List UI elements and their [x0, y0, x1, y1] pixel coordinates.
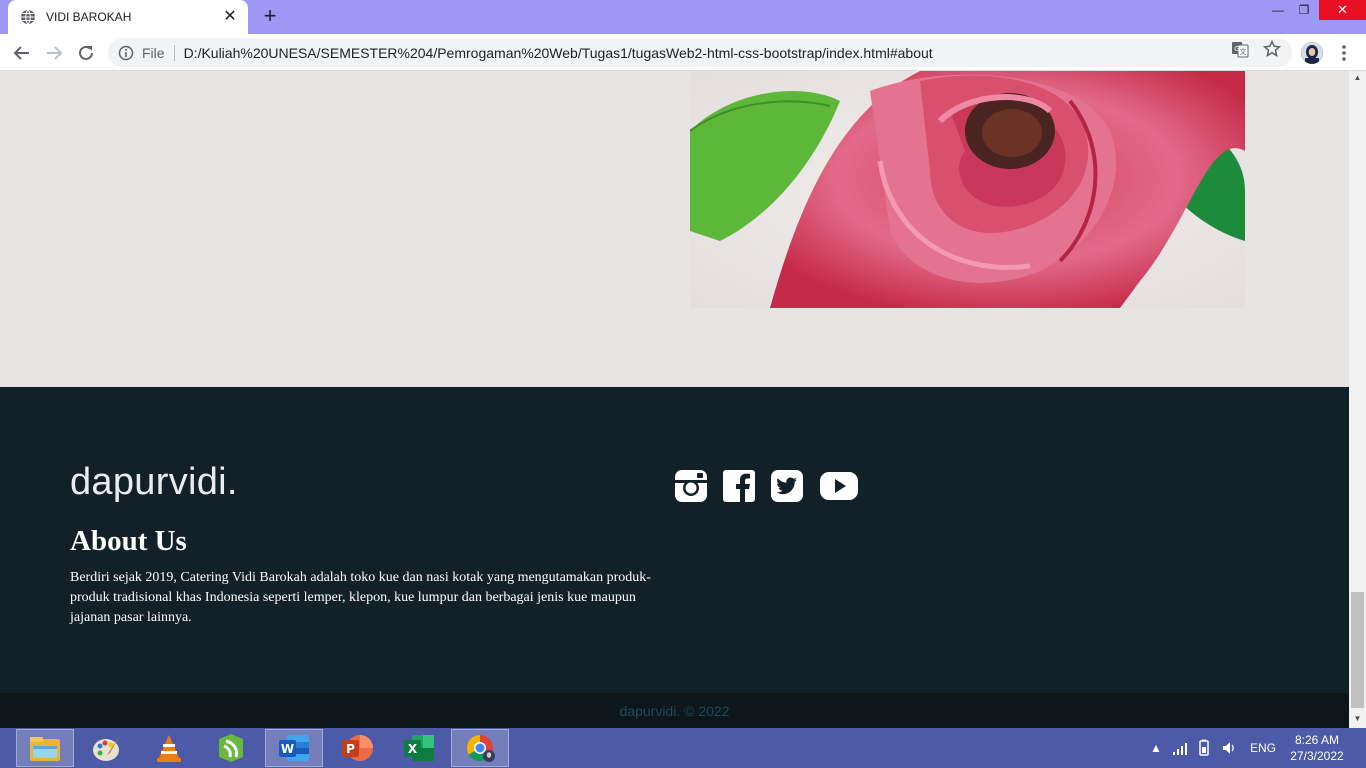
facebook-icon[interactable] [722, 469, 756, 503]
more-options-icon[interactable] [1336, 42, 1352, 64]
svg-text:X: X [408, 742, 418, 756]
footer: dapurvidi. About Us Berdiri sejak 2019, … [0, 387, 1349, 693]
taskbar-word[interactable]: W [265, 729, 323, 767]
page-scrollbar[interactable]: ▲ ▼ [1349, 71, 1366, 728]
instagram-icon[interactable] [674, 469, 708, 503]
minimize-button[interactable]: — [1265, 0, 1291, 20]
taskbar-powerpoint[interactable]: P [328, 729, 386, 767]
url-text[interactable]: D:/Kuliah%20UNESA/SEMESTER%204/Pemrogama… [184, 45, 933, 61]
rose-cake-image [690, 71, 1245, 308]
taskbar-paint[interactable] [78, 729, 136, 767]
page-viewport: dapurvidi. About Us Berdiri sejak 2019, … [0, 71, 1349, 728]
twitter-icon[interactable] [770, 469, 804, 503]
excel-icon: X [404, 735, 434, 761]
info-icon[interactable] [118, 45, 134, 61]
about-us-text: Berdiri sejak 2019, Catering Vidi Baroka… [70, 570, 651, 625]
svg-text:W: W [281, 742, 294, 756]
language-indicator[interactable]: ENG [1250, 728, 1276, 768]
chrome-icon [466, 734, 495, 762]
network-signal-icon[interactable] [1172, 740, 1190, 756]
footer-copyright-bar: dapurvidi. © 2022 [0, 693, 1349, 728]
reload-button[interactable] [74, 41, 98, 65]
scrollbar-thumb[interactable] [1351, 592, 1364, 708]
back-button[interactable] [10, 41, 34, 65]
taskbar-vlc[interactable] [140, 729, 198, 767]
new-tab-button[interactable]: + [259, 5, 281, 27]
file-explorer-icon [30, 737, 60, 761]
svg-text:G: G [1234, 45, 1239, 53]
tab-close-icon[interactable]: ✕ [222, 9, 238, 25]
camtasia-icon [219, 734, 243, 762]
youtube-icon[interactable] [819, 469, 859, 503]
browser-toolbar: File D:/Kuliah%20UNESA/SEMESTER%204/Pemr… [0, 34, 1366, 71]
taskbar-excel[interactable]: X [390, 729, 448, 767]
globe-icon [21, 9, 35, 25]
taskbar-clock[interactable]: 8:26 AM 27/3/2022 [1282, 732, 1352, 764]
paint-icon [93, 734, 121, 761]
clock-date: 27/3/2022 [1290, 749, 1344, 763]
windows-taskbar: W P X ▲ ENG 8:26 AM 27/3/2022 [0, 728, 1366, 768]
restore-button[interactable]: ❐ [1291, 0, 1317, 20]
translate-icon[interactable]: 文G [1231, 40, 1249, 58]
bookmark-star-icon[interactable] [1263, 40, 1281, 58]
window-close-button[interactable]: ✕ [1319, 0, 1366, 20]
file-scheme-label: File [142, 44, 175, 61]
browser-tab-strip: VIDI BAROKAH ✕ + — ❐ ✕ [0, 0, 1366, 34]
forward-button[interactable] [42, 41, 66, 65]
word-icon: W [279, 735, 309, 761]
address-bar[interactable]: File D:/Kuliah%20UNESA/SEMESTER%204/Pemr… [108, 38, 1292, 67]
scroll-down-arrow-icon[interactable]: ▼ [1349, 712, 1366, 726]
svg-text:文: 文 [1240, 47, 1247, 56]
scroll-up-arrow-icon[interactable]: ▲ [1349, 71, 1366, 85]
forward-arrow-icon [47, 46, 63, 60]
svg-text:P: P [346, 742, 355, 756]
back-arrow-icon [13, 46, 29, 60]
tab-title: VIDI BAROKAH [46, 10, 132, 24]
taskbar-camtasia[interactable] [202, 729, 260, 767]
footer-brand-logo[interactable]: dapurvidi. [70, 461, 238, 504]
vlc-icon [157, 735, 181, 762]
volume-icon[interactable] [1221, 740, 1237, 756]
about-us-heading: About Us [70, 525, 187, 557]
browser-tab[interactable]: VIDI BAROKAH ✕ [8, 0, 248, 34]
show-hidden-icons-icon[interactable]: ▲ [1150, 728, 1162, 768]
profile-avatar[interactable] [1301, 42, 1323, 64]
reload-icon [79, 45, 93, 60]
copyright-text: dapurvidi. © 2022 [619, 702, 730, 719]
clock-time: 8:26 AM [1294, 733, 1340, 747]
powerpoint-icon: P [342, 735, 373, 761]
taskbar-file-explorer[interactable] [16, 729, 74, 767]
battery-icon[interactable] [1196, 739, 1214, 757]
taskbar-chrome[interactable] [451, 729, 509, 767]
